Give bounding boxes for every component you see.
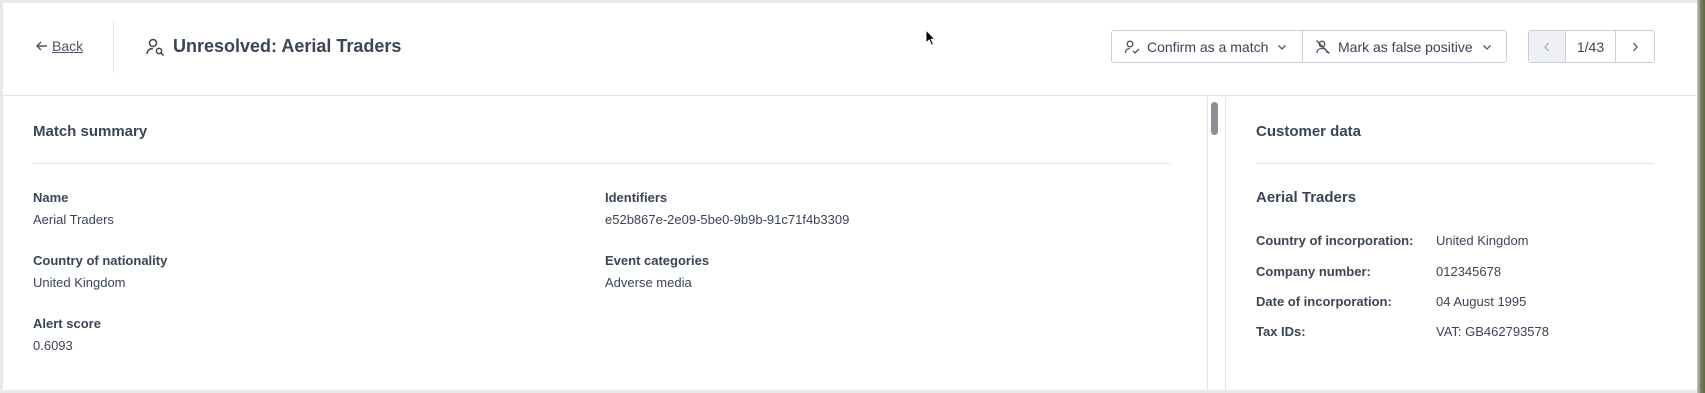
- alert-score-value: 0.6093: [33, 338, 73, 353]
- chevron-down-icon: [1481, 41, 1493, 53]
- match-summary-title: Match summary: [33, 123, 148, 140]
- nationality-value: United Kingdom: [33, 275, 126, 290]
- chevron-down-icon: [1276, 41, 1288, 53]
- alert-score-label: Alert score: [33, 316, 101, 331]
- tax-ids-value: VAT: GB462793578: [1436, 324, 1549, 339]
- company-number-label: Company number:: [1256, 264, 1371, 279]
- previous-page-button[interactable]: [1529, 31, 1566, 62]
- back-link[interactable]: Back: [35, 38, 83, 54]
- company-number-value: 012345678: [1436, 264, 1502, 279]
- mark-false-positive-button[interactable]: Mark as false positive: [1302, 30, 1507, 63]
- name-value: Aerial Traders: [33, 212, 114, 227]
- identifiers-label: Identifiers: [605, 190, 668, 205]
- country-of-incorporation-value: United Kingdom: [1436, 233, 1529, 248]
- date-of-incorporation-label: Date of incorporation:: [1256, 294, 1392, 309]
- mouse-cursor-icon: [925, 29, 937, 46]
- identifiers-value: e52b867e-2e09-5be0-9b9b-91c71f4b3309: [605, 212, 850, 227]
- section-divider: [1256, 163, 1654, 164]
- customer-data-panel: Customer data Aerial Traders Country of …: [1225, 97, 1697, 390]
- page-title-text: Unresolved: Aerial Traders: [173, 36, 402, 56]
- page-counter: 1/43: [1566, 31, 1616, 62]
- header-divider: [113, 21, 114, 73]
- customer-data-title: Customer data: [1256, 123, 1362, 140]
- scrollbar-thumb[interactable]: [1211, 102, 1218, 135]
- country-of-incorporation-label: Country of incorporation:: [1256, 233, 1414, 248]
- nationality-label: Country of nationality: [33, 253, 168, 268]
- arrow-left-icon: [36, 41, 47, 51]
- page-header: Back Unresolved: Aerial Traders Confirm …: [3, 3, 1697, 96]
- user-search-icon: [146, 38, 165, 56]
- section-divider: [33, 163, 1171, 164]
- event-categories-value: Adverse media: [605, 275, 692, 290]
- app-window: Back Unresolved: Aerial Traders Confirm …: [3, 3, 1697, 390]
- user-off-icon: [1315, 39, 1331, 55]
- next-page-button[interactable]: [1616, 31, 1654, 62]
- customer-entity-name: Aerial Traders: [1256, 189, 1357, 206]
- tax-ids-label: Tax IDs:: [1256, 324, 1306, 339]
- mark-false-positive-label: Mark as false positive: [1338, 38, 1473, 55]
- pagination: 1/43: [1528, 30, 1655, 63]
- confirm-match-label: Confirm as a match: [1147, 38, 1269, 55]
- chevron-left-icon: [1544, 42, 1549, 51]
- event-categories-label: Event categories: [605, 253, 710, 268]
- chevron-right-icon: [1633, 42, 1638, 51]
- confirm-match-button[interactable]: Confirm as a match: [1111, 30, 1303, 63]
- user-check-icon: [1124, 39, 1140, 55]
- back-label: Back: [52, 38, 84, 54]
- match-summary-panel: Match summary Name Aerial Traders Identi…: [3, 97, 1208, 390]
- desktop-background-strip: [1697, 0, 1705, 393]
- page-title: Unresolved: Aerial Traders: [145, 36, 401, 57]
- name-label: Name: [33, 190, 69, 205]
- date-of-incorporation-value: 04 August 1995: [1436, 294, 1527, 309]
